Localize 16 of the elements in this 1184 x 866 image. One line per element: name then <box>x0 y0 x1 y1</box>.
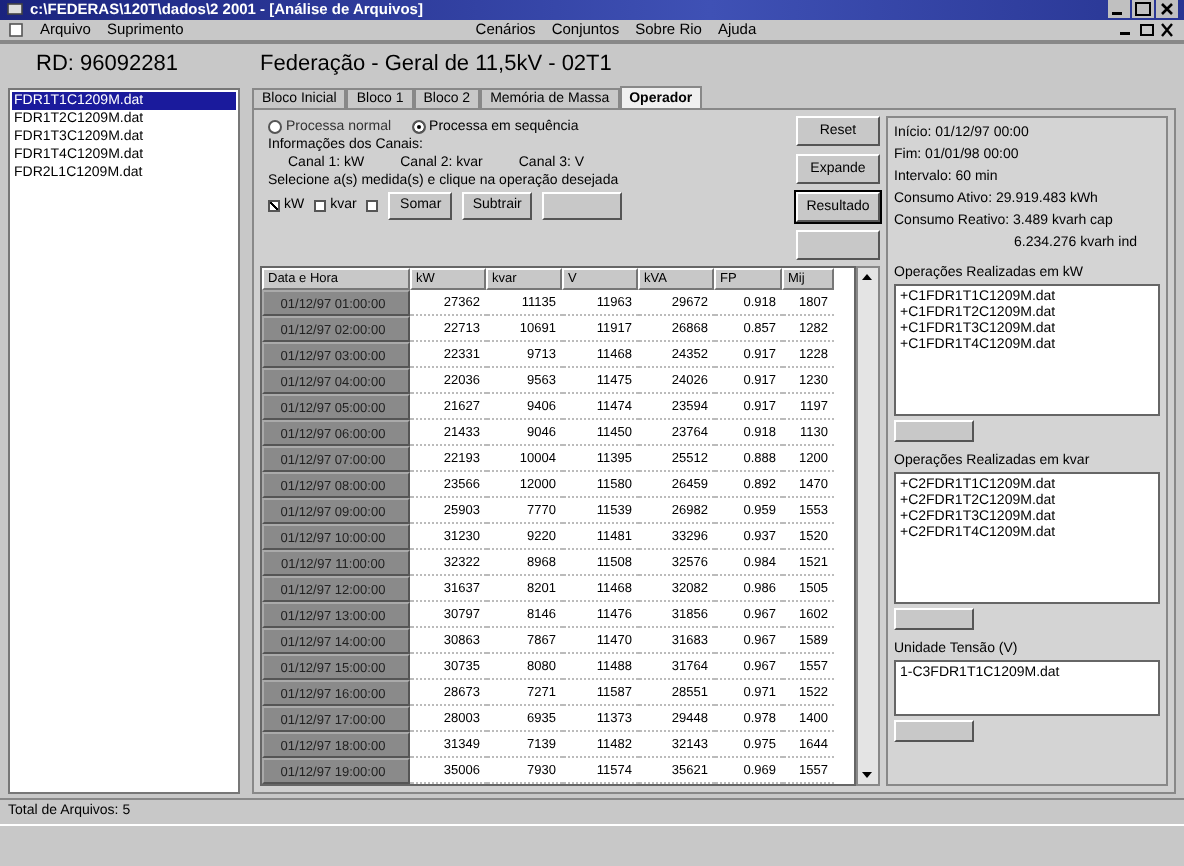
close-icon[interactable] <box>1158 21 1176 38</box>
restore-icon[interactable] <box>1138 21 1156 38</box>
blank-button[interactable] <box>894 607 974 630</box>
document-icon[interactable] <box>8 21 24 38</box>
blank-button[interactable] <box>541 191 622 220</box>
scrollbar[interactable] <box>856 265 880 786</box>
rd-label: RD: 96092281 <box>34 51 180 80</box>
page-heading: Federação - Geral de 11,5kV - 02T1 <box>258 51 614 80</box>
blank-button[interactable] <box>796 229 880 260</box>
blank-button[interactable] <box>894 719 974 742</box>
measure-checkbox[interactable] <box>366 199 379 212</box>
app-icon <box>6 0 24 19</box>
close-icon[interactable] <box>1156 0 1178 19</box>
maximize-icon[interactable] <box>1132 0 1154 19</box>
minimize-icon[interactable] <box>1108 0 1130 19</box>
blank-button[interactable] <box>894 419 974 442</box>
